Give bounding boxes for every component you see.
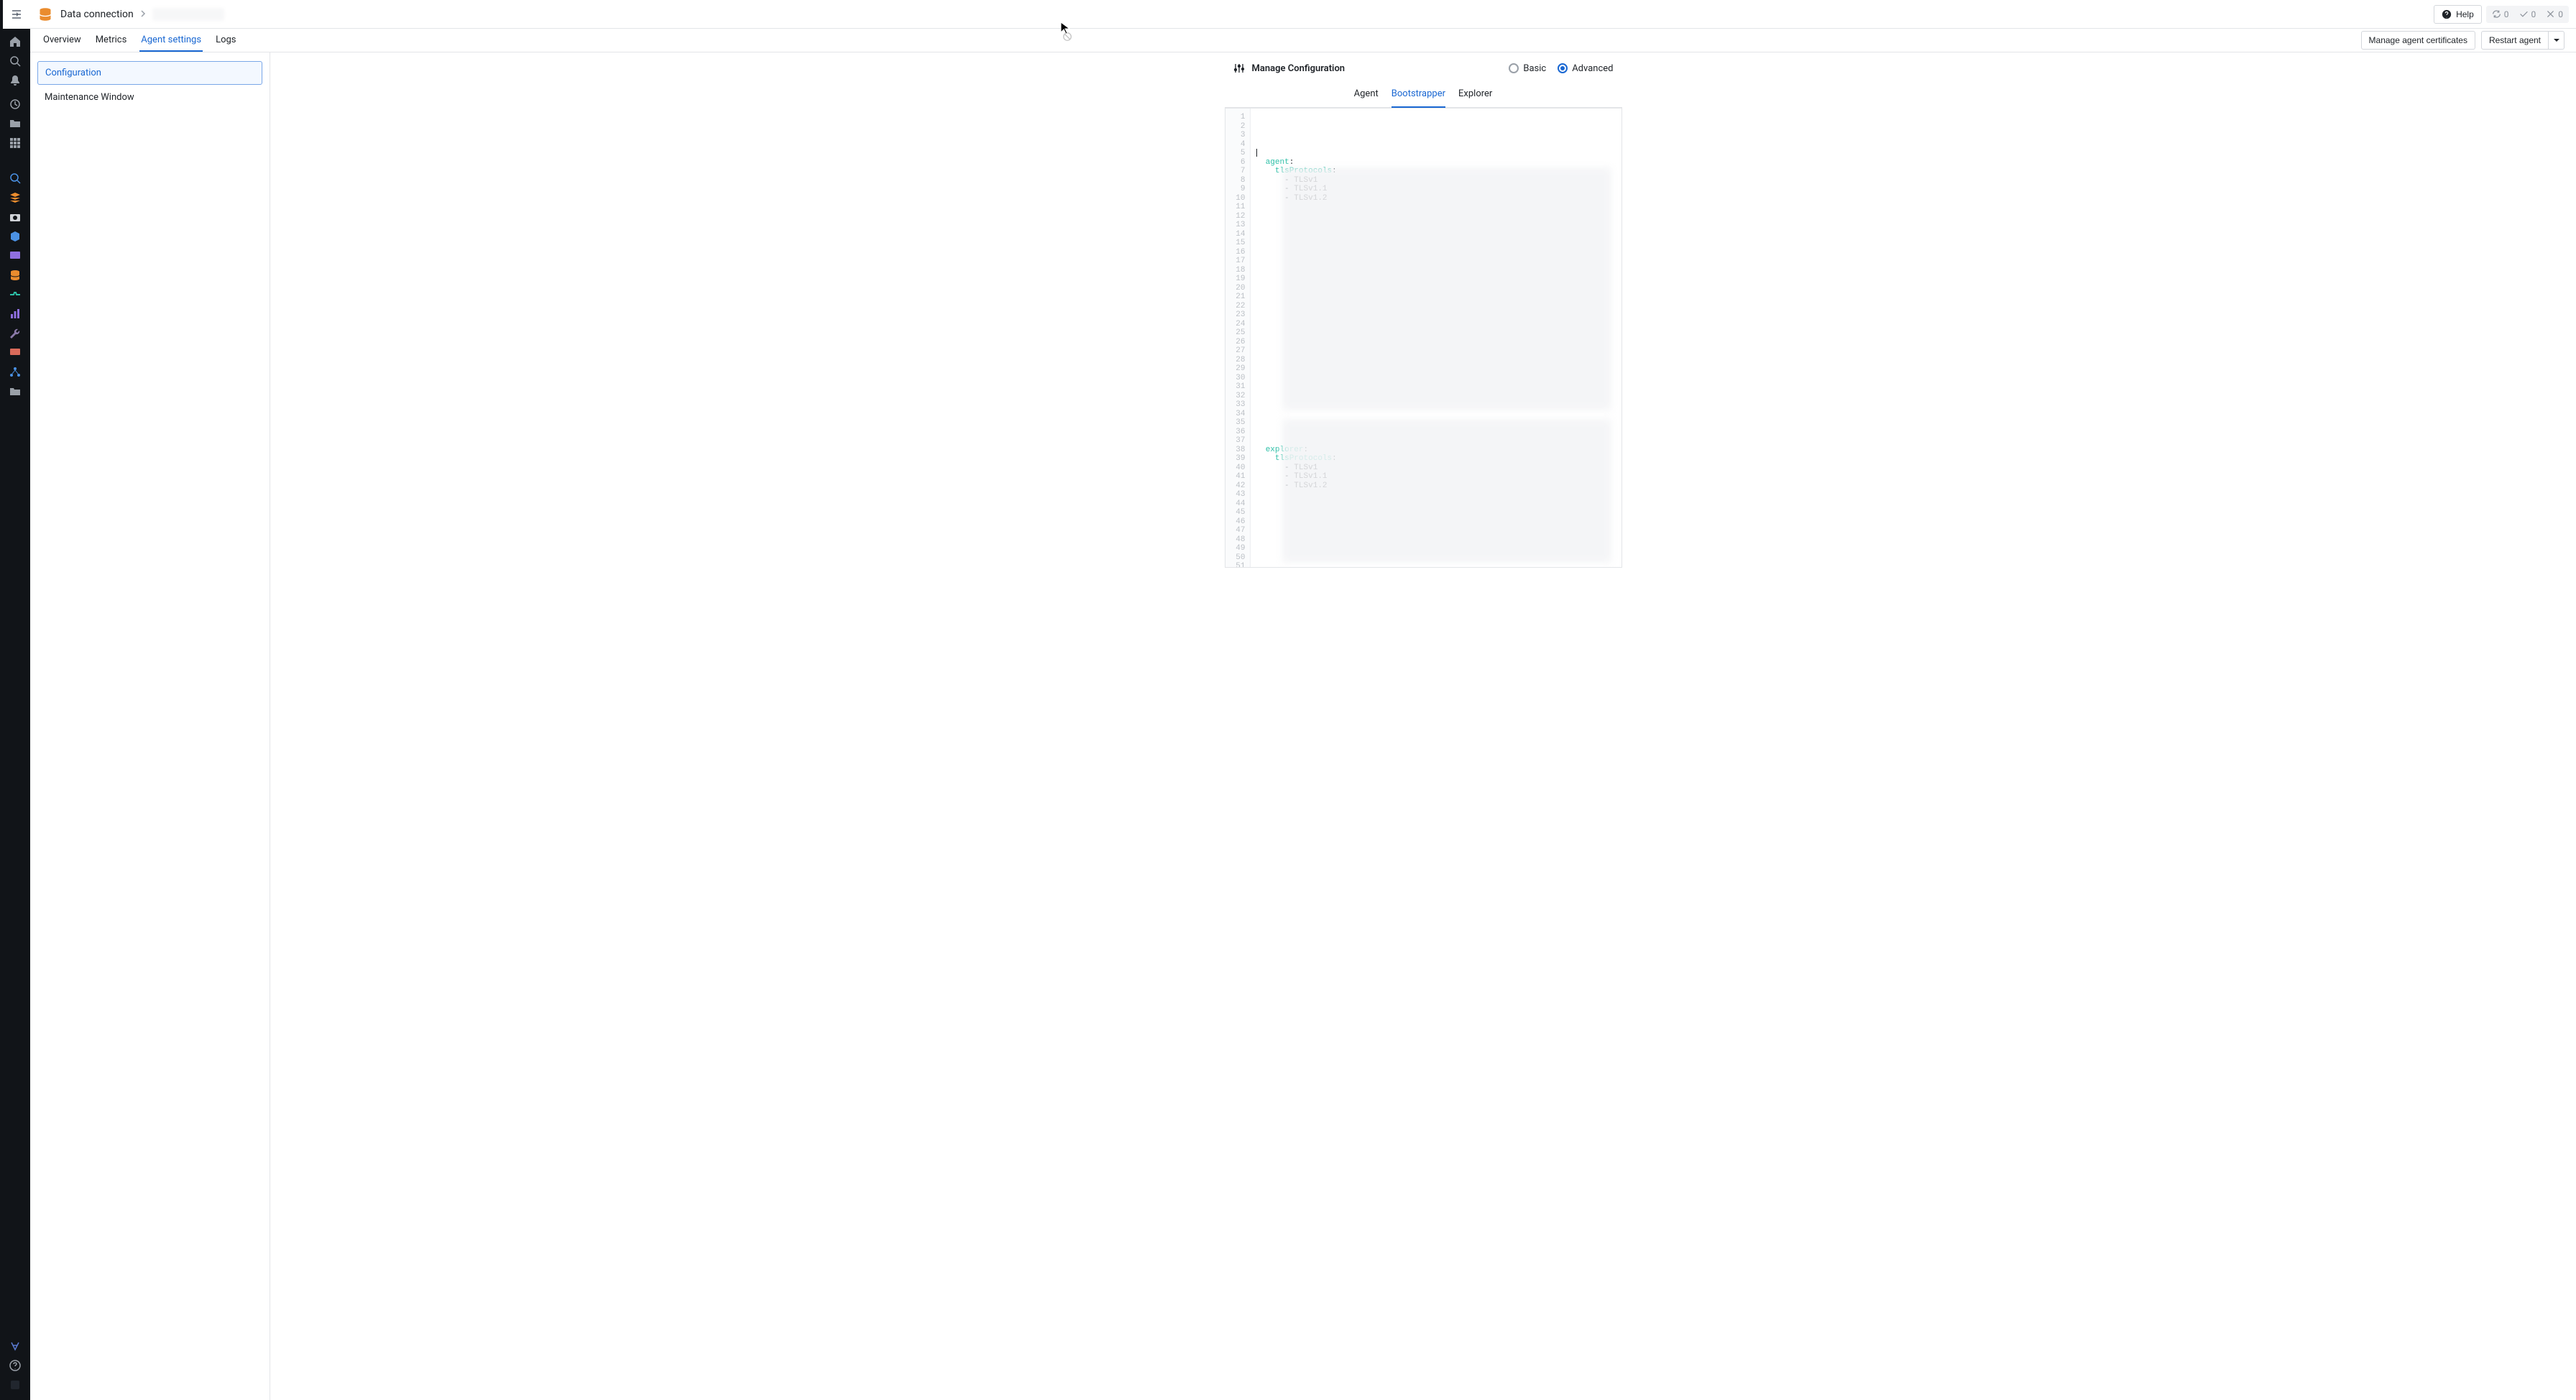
manage-agent-certificates-button[interactable]: Manage agent certificates bbox=[2361, 31, 2475, 50]
bell-icon[interactable] bbox=[0, 70, 30, 90]
status-group: 0 0 0 bbox=[2486, 6, 2569, 23]
help-button-label: Help bbox=[2456, 9, 2474, 19]
radio-dot bbox=[1558, 63, 1568, 73]
breadcrumb-root[interactable]: Data connection bbox=[60, 9, 134, 20]
refresh-count: 0 bbox=[2504, 9, 2509, 19]
database-icon bbox=[30, 7, 60, 22]
yaml-editor[interactable]: 1234567891011121314151617181920212223242… bbox=[1225, 108, 1622, 568]
stack-app-icon[interactable] bbox=[0, 188, 30, 207]
sidebar-item-maintenance-window[interactable]: Maintenance Window bbox=[37, 86, 262, 109]
main-area: Data connection Help 0 bbox=[30, 0, 2576, 1400]
x-icon bbox=[2546, 9, 2555, 19]
restart-agent-label: Restart agent bbox=[2489, 35, 2541, 45]
breadcrumb-current-redacted bbox=[152, 8, 224, 21]
cube-app-icon[interactable] bbox=[0, 226, 30, 246]
monitor-app-icon[interactable] bbox=[0, 246, 30, 265]
apps-icon[interactable] bbox=[0, 133, 30, 152]
tabs-row: Overview Metrics Agent settings Logs Manage… bbox=[30, 29, 2576, 52]
present-app-icon[interactable] bbox=[0, 343, 30, 362]
config-sub-tabs: Agent Bootstrapper Explorer bbox=[1225, 83, 1622, 108]
breadcrumb: Data connection bbox=[60, 8, 224, 21]
sub-tab-explorer[interactable]: Explorer bbox=[1458, 83, 1492, 108]
tab-metrics[interactable]: Metrics bbox=[94, 29, 129, 52]
folder2-app-icon[interactable] bbox=[0, 382, 30, 401]
success-count: 0 bbox=[2531, 9, 2536, 19]
redacted-block-1 bbox=[1282, 167, 1611, 410]
tab-agent-settings[interactable]: Agent settings bbox=[139, 29, 203, 52]
manage-certs-label: Manage agent certificates bbox=[2369, 35, 2467, 45]
header-bar: Data connection Help 0 bbox=[30, 0, 2576, 29]
redacted-block-2 bbox=[1282, 419, 1611, 563]
panel-header: Manage Configuration Basic Advanced bbox=[1225, 52, 1622, 83]
error-status[interactable]: 0 bbox=[2542, 7, 2567, 22]
config-panel: Manage Configuration Basic Advanced bbox=[1225, 52, 1622, 568]
mode-basic-label: Basic bbox=[1523, 63, 1546, 74]
mode-advanced-radio[interactable]: Advanced bbox=[1558, 63, 1613, 74]
tab-overview[interactable]: Overview bbox=[42, 29, 83, 52]
pipeline-app-icon[interactable] bbox=[0, 285, 30, 304]
restart-agent-dropdown[interactable] bbox=[2549, 31, 2564, 50]
caret-down-icon bbox=[2553, 37, 2560, 44]
refresh-status[interactable]: 0 bbox=[2488, 7, 2513, 22]
restart-agent-button[interactable]: Restart agent bbox=[2481, 31, 2549, 50]
magnify-app-icon[interactable] bbox=[0, 168, 30, 188]
sub-tab-bootstrapper[interactable]: Bootstrapper bbox=[1392, 83, 1445, 108]
wrench-app-icon[interactable] bbox=[0, 323, 30, 343]
radio-dot bbox=[1509, 63, 1519, 73]
check-icon bbox=[2519, 9, 2529, 19]
refresh-icon bbox=[2492, 9, 2501, 19]
content-area: Manage Configuration Basic Advanced bbox=[270, 52, 2576, 1400]
home-icon[interactable] bbox=[0, 32, 30, 51]
editor-gutter: 1234567891011121314151617181920212223242… bbox=[1225, 109, 1251, 567]
graph-app-icon[interactable] bbox=[0, 362, 30, 382]
expand-rail-button[interactable] bbox=[3, 0, 30, 29]
chevron-right-icon bbox=[139, 9, 147, 20]
sidebar-item-configuration[interactable]: Configuration bbox=[37, 61, 262, 85]
tab-logs[interactable]: Logs bbox=[214, 29, 237, 52]
help-rail-icon[interactable] bbox=[0, 1355, 30, 1375]
error-count: 0 bbox=[2558, 9, 2563, 19]
left-nav-rail bbox=[0, 0, 30, 1400]
editor-code[interactable]: agent: tlsProtocols: - TLSv1 - TLSv1.1 -… bbox=[1251, 109, 1622, 567]
avatar-icon[interactable] bbox=[0, 1375, 30, 1394]
forbidden-icon bbox=[1062, 32, 1072, 42]
mode-basic-radio[interactable]: Basic bbox=[1509, 63, 1546, 74]
history-icon[interactable] bbox=[0, 94, 30, 114]
chart-app-icon[interactable] bbox=[0, 304, 30, 323]
mode-advanced-label: Advanced bbox=[1572, 63, 1613, 74]
camera-app-icon[interactable] bbox=[0, 207, 30, 226]
settings-sidebar: ConfigurationMaintenance Window bbox=[30, 52, 270, 1400]
logo-icon[interactable] bbox=[0, 1336, 30, 1355]
sliders-icon bbox=[1233, 63, 1245, 74]
folder-icon[interactable] bbox=[0, 114, 30, 133]
success-status[interactable]: 0 bbox=[2515, 7, 2541, 22]
body: ConfigurationMaintenance Window Manage C… bbox=[30, 52, 2576, 1400]
help-button[interactable]: Help bbox=[2434, 5, 2482, 24]
panel-title: Manage Configuration bbox=[1252, 63, 1346, 74]
sub-tab-agent[interactable]: Agent bbox=[1354, 83, 1379, 108]
database-app-icon[interactable] bbox=[0, 265, 30, 285]
search-icon[interactable] bbox=[0, 51, 30, 70]
